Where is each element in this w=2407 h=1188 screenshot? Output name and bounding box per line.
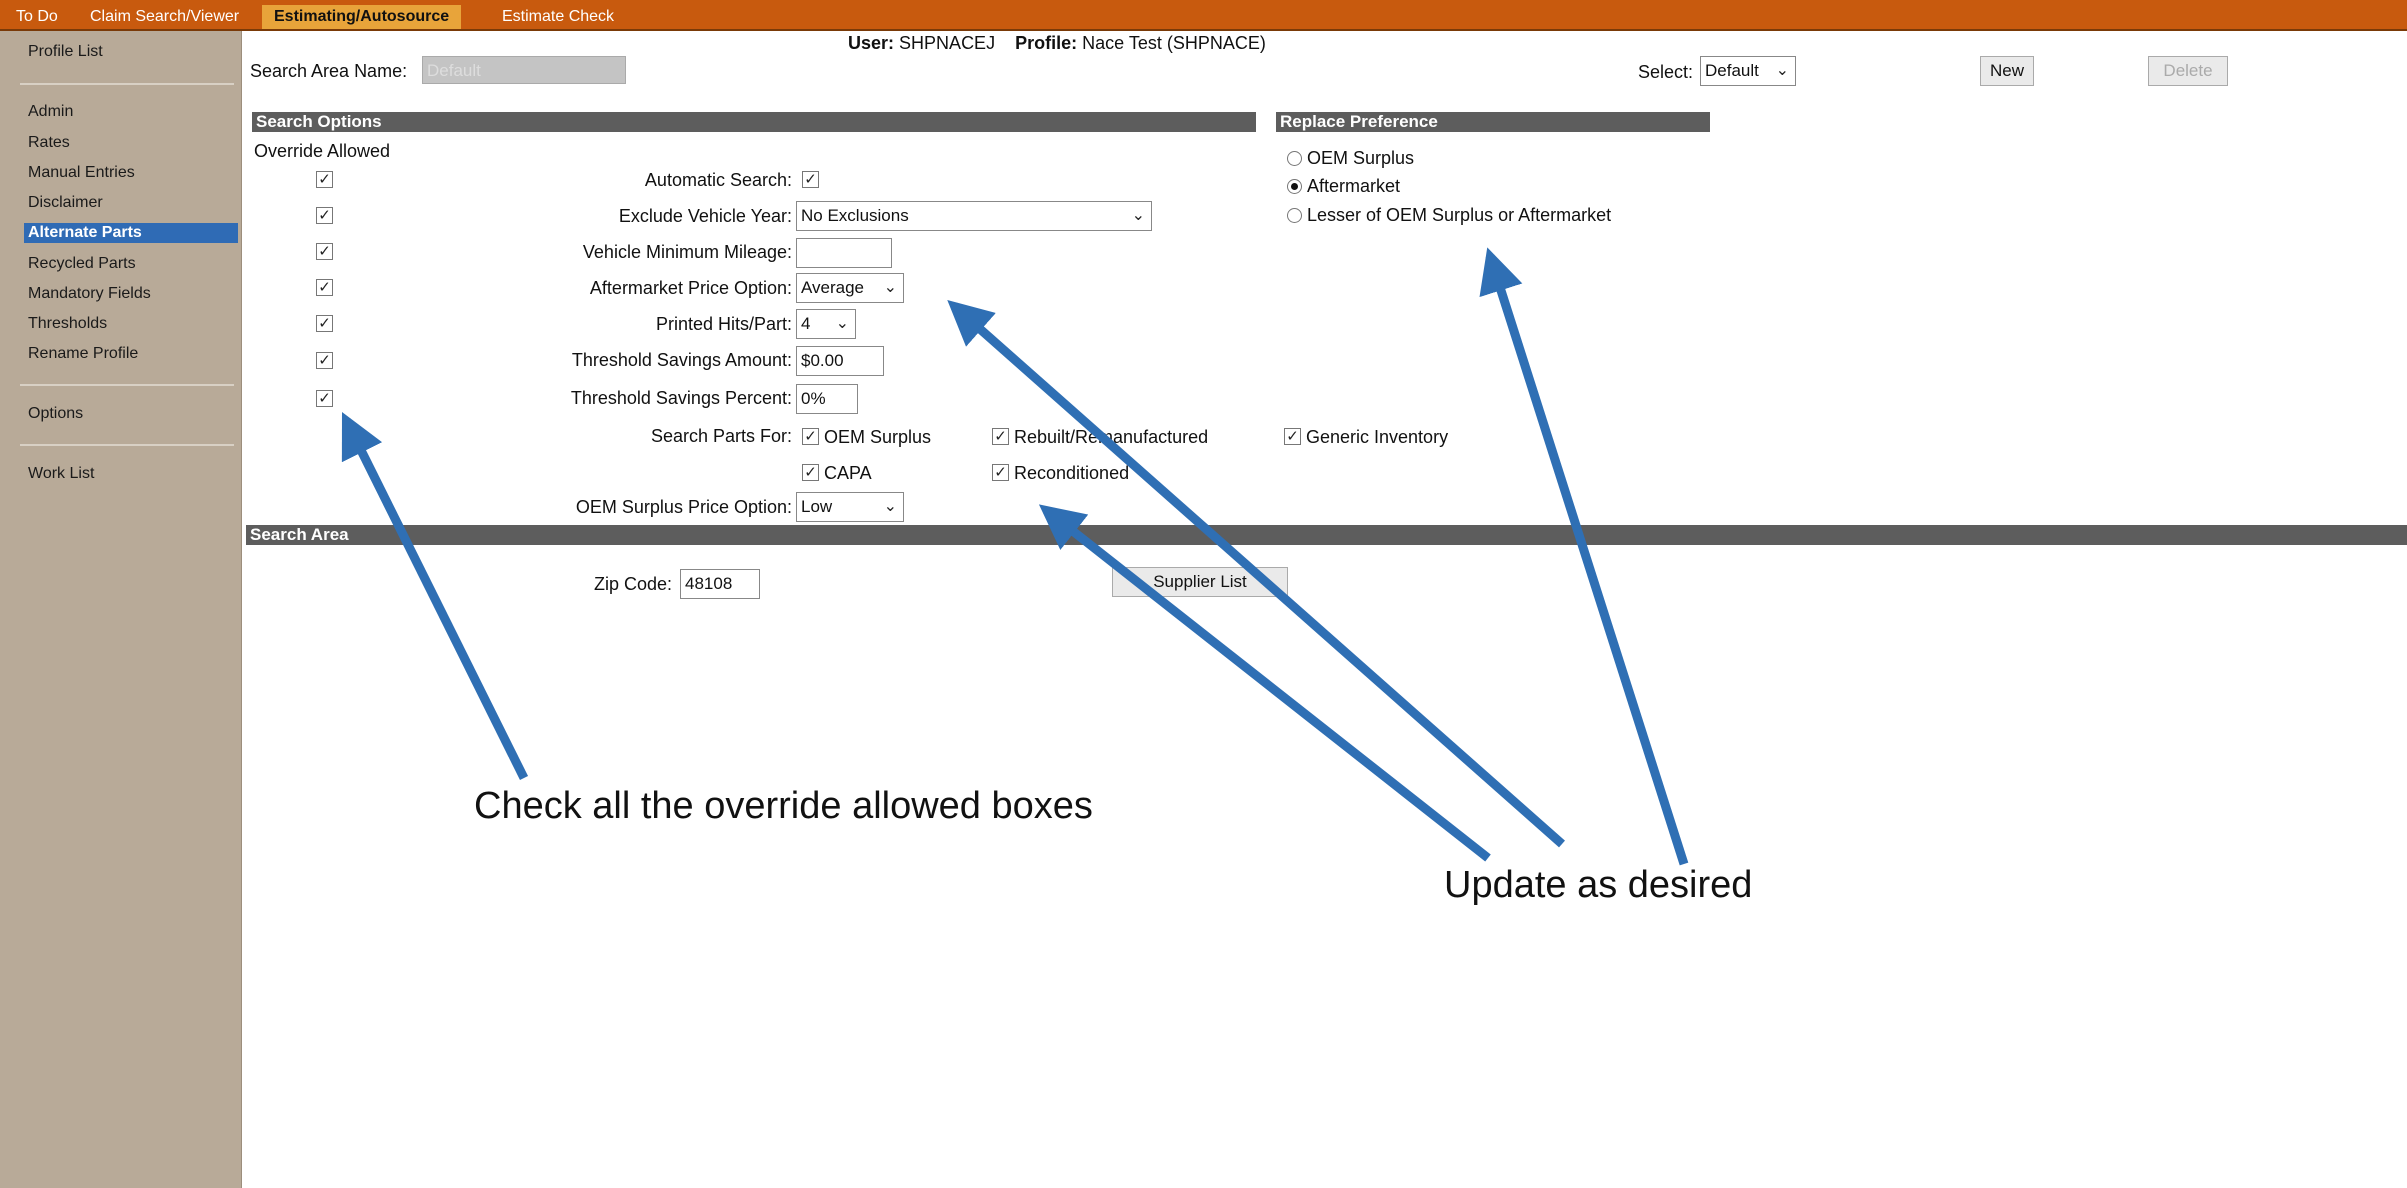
profile-select[interactable]: Default ⌄ [1700,56,1796,86]
part-label-capa: CAPA [824,463,872,483]
oem-surplus-price-select[interactable]: Low ⌄ [796,492,904,522]
sidebar-item-disclaimer[interactable]: Disclaimer [28,194,103,212]
threshold-amount-input[interactable]: $0.00 [796,346,884,376]
user-info: User: SHPNACEJ Profile: Nace Test (SHPNA… [848,33,1266,54]
exclude-vehicle-year-label: Exclude Vehicle Year: [618,206,792,226]
arrow-to-replace-preference [1479,247,1689,866]
sidebar-item-rates[interactable]: Rates [28,134,70,152]
sidebar-divider [20,83,234,85]
aftermarket-price-select[interactable]: Average ⌄ [796,273,904,303]
part-label-reconditioned: Reconditioned [1014,463,1130,483]
printed-hits-select[interactable]: 4 ⌄ [796,309,856,339]
chevron-down-icon: ⌄ [1131,207,1145,224]
radio-aftermarket[interactable] [1287,179,1302,194]
sidebar-item-options[interactable]: Options [28,405,83,423]
sidebar-item-profile-list[interactable]: Profile List [28,43,103,61]
sidebar-item-alternate-parts[interactable]: Alternate Parts [24,223,238,243]
part-label-generic-inventory: Generic Inventory [1306,427,1449,447]
sidebar-item-thresholds[interactable]: Thresholds [28,315,107,333]
sidebar-item-admin[interactable]: Admin [28,103,73,121]
zip-code-label: Zip Code: [594,574,673,594]
printed-hits-value: 4 [801,314,811,333]
override-checkbox-threshold-amount[interactable]: ✓ [316,352,333,369]
printed-hits-label: Printed Hits/Part: [655,314,792,334]
chevron-down-icon: ⌄ [1775,62,1789,79]
user-label: User: [848,33,895,53]
radio-lesser-of[interactable] [1287,208,1302,223]
override-checkbox-automatic-search[interactable]: ✓ [316,171,333,188]
radio-label-lesser-of: Lesser of OEM Surplus or Aftermarket [1307,205,1612,225]
search-area-name-input[interactable]: Default [422,56,626,84]
chevron-down-icon: ⌄ [835,315,849,332]
threshold-percent-label: Threshold Savings Percent: [570,388,792,408]
part-checkbox-capa[interactable]: ✓ [802,464,819,481]
chevron-down-icon: ⌄ [883,498,897,515]
arrow-to-reconditioned [1038,504,1491,862]
oem-surplus-price-value: Low [801,497,833,516]
profile-value: Nace Test (SHPNACE) [1082,33,1266,53]
sidebar-divider [20,384,234,386]
tab-claim-search-viewer[interactable]: Claim Search/Viewer [78,5,251,29]
automatic-search-label: Automatic Search: [644,170,792,190]
sidebar-item-recycled-parts[interactable]: Recycled Parts [28,255,136,273]
profile-label: Profile: [1015,33,1078,53]
tab-to-do[interactable]: To Do [4,5,70,29]
exclude-vehicle-year-value: No Exclusions [801,206,909,225]
override-checkbox-printed-hits[interactable]: ✓ [316,315,333,332]
sidebar-item-work-list[interactable]: Work List [28,465,94,483]
aftermarket-price-label: Aftermarket Price Option: [589,278,792,298]
sidebar-item-manual-entries[interactable]: Manual Entries [28,164,135,182]
override-allowed-label: Override Allowed [254,141,391,161]
part-checkbox-generic-inventory[interactable]: ✓ [1284,428,1301,445]
sidebar-item-mandatory-fields[interactable]: Mandatory Fields [28,285,151,303]
radio-oem-surplus[interactable] [1287,151,1302,166]
app-window: To Do Claim Search/Viewer Estimating/Aut… [0,0,2407,1188]
search-area-header: Search Area [246,525,2407,545]
override-checkbox-vehicle-min-mileage[interactable]: ✓ [316,243,333,260]
part-label-rebuilt: Rebuilt/Remanufactured [1014,427,1209,447]
search-options-header: Search Options [252,112,1256,132]
sidebar: Profile List Admin Rates Manual Entries … [0,31,242,1188]
profile-select-value: Default [1705,61,1759,80]
radio-label-aftermarket: Aftermarket [1307,176,1401,196]
override-checkbox-threshold-percent[interactable]: ✓ [316,390,333,407]
supplier-list-button[interactable]: Supplier List [1112,567,1288,597]
vehicle-min-mileage-input[interactable] [796,238,892,268]
annotation-update: Update as desired [1444,864,1753,906]
override-checkbox-aftermarket-price[interactable]: ✓ [316,279,333,296]
part-checkbox-rebuilt[interactable]: ✓ [992,428,1009,445]
new-button[interactable]: New [1980,56,2034,86]
threshold-percent-input[interactable]: 0% [796,384,858,414]
part-label-oem-surplus: OEM Surplus [824,427,932,447]
exclude-vehicle-year-select[interactable]: No Exclusions ⌄ [796,201,1152,231]
part-checkbox-oem-surplus[interactable]: ✓ [802,428,819,445]
automatic-search-checkbox[interactable]: ✓ [802,171,819,188]
delete-button[interactable]: Delete [2148,56,2228,86]
sidebar-divider [20,444,234,446]
override-checkbox-exclude-vehicle-year[interactable]: ✓ [316,207,333,224]
annotation-check-all: Check all the override allowed boxes [474,785,1093,827]
user-value: SHPNACEJ [899,33,996,53]
select-label: Select: [1638,62,1694,82]
part-checkbox-reconditioned[interactable]: ✓ [992,464,1009,481]
sidebar-item-rename-profile[interactable]: Rename Profile [28,345,138,363]
chevron-down-icon: ⌄ [883,279,897,296]
zip-code-input[interactable]: 48108 [680,569,760,599]
top-tab-bar: To Do Claim Search/Viewer Estimating/Aut… [0,0,2407,31]
search-area-name-label: Search Area Name: [250,61,408,81]
oem-surplus-price-label: OEM Surplus Price Option: [575,497,792,517]
arrow-to-override-checkboxes [341,411,529,781]
vehicle-min-mileage-label: Vehicle Minimum Mileage: [582,242,792,262]
threshold-amount-label: Threshold Savings Amount: [571,350,792,370]
search-parts-for-label: Search Parts For: [650,426,792,446]
tab-estimating-autosource[interactable]: Estimating/Autosource [262,5,462,29]
tab-estimate-check[interactable]: Estimate Check [490,5,626,29]
replace-preference-header: Replace Preference [1276,112,1710,132]
aftermarket-price-value: Average [801,278,865,297]
radio-label-oem-surplus: OEM Surplus [1307,148,1415,168]
